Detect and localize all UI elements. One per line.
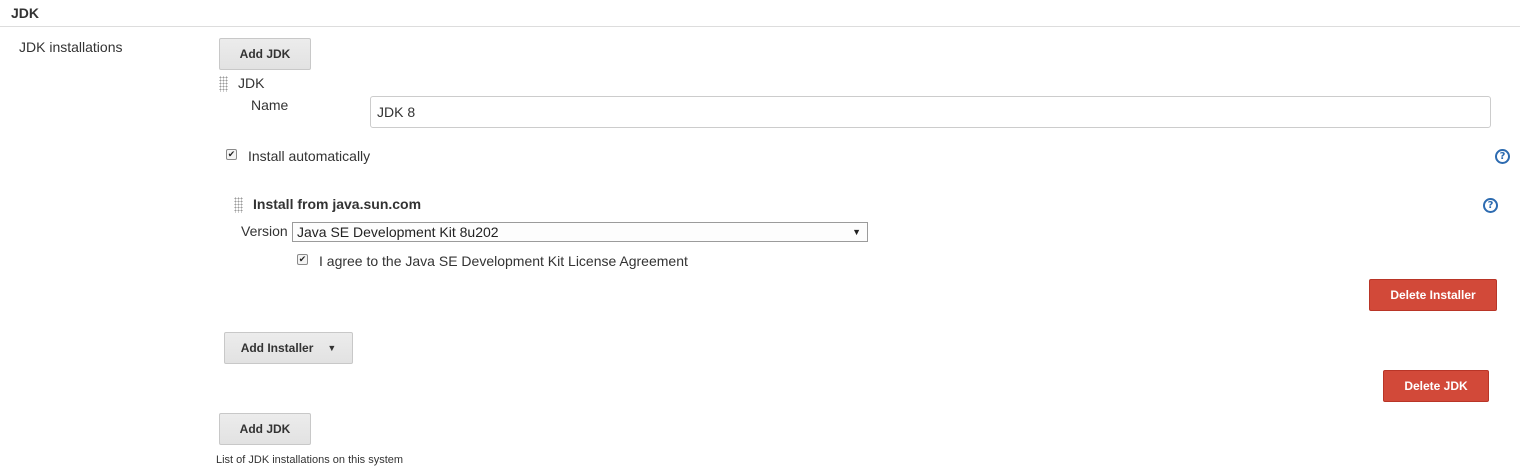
section-divider [0,26,1520,27]
add-jdk-button[interactable]: Add JDK [219,413,311,445]
delete-installer-button[interactable]: Delete Installer [1369,279,1497,311]
installer-title: Install from java.sun.com [253,196,422,212]
checkmark-icon: ✔ [227,149,236,159]
add-jdk-button[interactable]: Add JDK [219,38,311,70]
add-installer-button[interactable]: Add Installer ▼ [224,332,353,364]
version-selected-value: Java SE Development Kit 8u202 [297,224,499,240]
jdk-name-input[interactable] [370,96,1491,128]
install-automatically-label: Install automatically [248,148,371,164]
drag-handle-icon[interactable] [234,197,243,213]
version-select[interactable]: Java SE Development Kit 8u202 ▼ [292,222,868,242]
checkmark-icon: ✔ [298,254,307,264]
jdk-installations-label: JDK installations [19,39,123,55]
add-installer-label: Add Installer [240,341,314,355]
help-icon[interactable]: ? [1483,198,1498,213]
delete-jdk-button[interactable]: Delete JDK [1383,370,1489,402]
license-agree-label: I agree to the Java SE Development Kit L… [319,253,688,269]
jdk-installations-help-text: List of JDK installations on this system [216,454,404,466]
help-icon[interactable]: ? [1495,149,1510,164]
chevron-down-icon: ▼ [852,227,861,237]
jdk-entry-header: JDK [238,75,265,91]
chevron-down-icon: ▼ [327,343,337,353]
name-label: Name [251,97,289,113]
drag-handle-icon[interactable] [219,76,228,92]
license-agree-checkbox[interactable]: ✔ [297,254,308,265]
install-automatically-checkbox[interactable]: ✔ [226,149,237,160]
section-title: JDK [11,5,40,21]
version-label: Version [241,223,288,239]
